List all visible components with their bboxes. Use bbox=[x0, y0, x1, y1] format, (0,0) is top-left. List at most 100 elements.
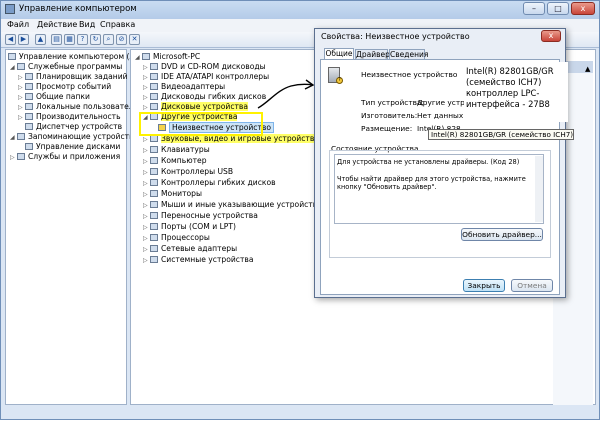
tree-label: Порты (COM и LPT) bbox=[161, 222, 236, 231]
status-textbox[interactable]: Для устройства не установлены драйверы. … bbox=[334, 154, 544, 224]
tree-label: Компьютер bbox=[161, 156, 207, 165]
annotation-text: Intel(R) 82801GB/GR (семейство ICH7) кон… bbox=[466, 66, 554, 109]
collapse-arrow-icon[interactable]: ▲ bbox=[585, 65, 590, 73]
mouse-icon bbox=[150, 201, 158, 208]
tree-label: Мониторы bbox=[161, 189, 202, 198]
tree-item-device-manager[interactable]: Диспетчер устройств bbox=[25, 122, 122, 132]
disable-icon[interactable]: ⊘ bbox=[116, 34, 127, 45]
tree-item[interactable]: ▷ Контроллеры гибких дисков bbox=[143, 178, 276, 188]
keyboard-icon bbox=[150, 146, 158, 153]
forward-icon[interactable]: ▶ bbox=[18, 34, 29, 45]
port-icon bbox=[150, 223, 158, 230]
back-icon[interactable]: ◀ bbox=[5, 34, 16, 45]
refresh-icon[interactable]: ↻ bbox=[90, 34, 101, 45]
users-icon bbox=[25, 103, 33, 110]
arrow-annotation-icon bbox=[257, 79, 315, 109]
disk-drive-icon bbox=[150, 103, 158, 110]
computer-management-icon bbox=[5, 4, 15, 14]
device-type-label: Тип устройства: bbox=[361, 98, 425, 107]
tree-label: Локальные пользовател bbox=[36, 102, 134, 111]
tree-item[interactable]: Управление дисками bbox=[25, 142, 120, 152]
tree-label: Управление дисками bbox=[36, 142, 121, 151]
expand-arrow-icon[interactable]: ▷ bbox=[143, 234, 150, 244]
tree-item[interactable]: ▷ Системные устройства bbox=[143, 255, 254, 265]
close-window-button[interactable]: x bbox=[571, 2, 595, 15]
properties-icon[interactable]: ▦ bbox=[64, 34, 75, 45]
tree-item[interactable]: ▷ Локальные пользовател bbox=[18, 102, 134, 112]
expand-arrow-icon[interactable]: ▷ bbox=[143, 135, 150, 145]
warning-icon: ? bbox=[336, 77, 343, 84]
tree-item[interactable]: ▷ Контроллеры USB bbox=[143, 167, 233, 177]
menu-action[interactable]: Действие bbox=[37, 20, 77, 29]
tree-item[interactable]: ▷ Просмотр событий bbox=[18, 82, 111, 92]
tree-item[interactable]: ▷ Планировщик заданий bbox=[18, 72, 128, 82]
tree-label: Microsoft-PC bbox=[153, 52, 201, 61]
expand-arrow-icon[interactable]: ▷ bbox=[143, 179, 150, 189]
tree-label: Производительность bbox=[36, 112, 121, 121]
tree-item[interactable]: ▷ Компьютер bbox=[143, 156, 207, 166]
computer-icon bbox=[8, 53, 16, 60]
tree-item[interactable]: ▷ Общие папки bbox=[18, 92, 90, 102]
tree-item[interactable]: ▷ DVD и CD-ROM дисководы bbox=[143, 62, 266, 72]
tree-item[interactable]: ▷ Дисководы гибких дисков bbox=[143, 92, 266, 102]
expand-arrow-icon[interactable]: ▷ bbox=[143, 212, 150, 222]
services-icon bbox=[17, 153, 25, 160]
close-button[interactable]: Закрыть bbox=[463, 279, 505, 292]
expand-arrow-icon[interactable]: ▷ bbox=[143, 223, 150, 233]
tree-item[interactable]: ▷ Процессоры bbox=[143, 233, 210, 243]
help-icon[interactable]: ? bbox=[77, 34, 88, 45]
location-label: Размещение: bbox=[361, 124, 413, 133]
expand-arrow-icon[interactable]: ▷ bbox=[143, 245, 150, 255]
expand-arrow-icon[interactable]: ▷ bbox=[143, 256, 150, 266]
scan-hardware-icon[interactable]: ⌕ bbox=[103, 34, 114, 45]
tree-label: Клавиатуры bbox=[161, 145, 210, 154]
tree-item[interactable]: ▷ Службы и приложения bbox=[10, 152, 120, 162]
expand-arrow-icon[interactable]: ▷ bbox=[10, 153, 17, 163]
minimize-button[interactable]: – bbox=[523, 2, 545, 15]
scheduler-icon bbox=[25, 73, 33, 80]
tree-item-root[interactable]: ◢ Microsoft-PC bbox=[135, 52, 200, 62]
tree-item[interactable]: ◢ Запоминающие устройства bbox=[10, 132, 138, 142]
expand-arrow-icon[interactable]: ▷ bbox=[143, 146, 150, 156]
expand-arrow-icon[interactable]: ▷ bbox=[143, 157, 150, 167]
uninstall-icon[interactable]: ✕ bbox=[129, 34, 140, 45]
manufacturer-value: Нет данных bbox=[417, 111, 464, 120]
tree-label: Дисковые устройства bbox=[161, 102, 249, 111]
update-driver-button[interactable]: Обновить драйвер... bbox=[461, 228, 543, 241]
tree-item[interactable]: Управление компьютером (лок bbox=[8, 52, 144, 62]
tree-item[interactable]: ▷ Переносные устройства bbox=[143, 211, 258, 221]
tree-item[interactable]: ▷ Дисковые устройства bbox=[143, 102, 249, 112]
tree-item[interactable]: ◢ Служебные программы bbox=[10, 62, 122, 72]
expand-arrow-icon[interactable]: ▷ bbox=[143, 168, 150, 178]
menu-view[interactable]: Вид bbox=[79, 20, 95, 29]
device-manager-icon bbox=[25, 123, 33, 130]
tree-item[interactable]: ▷ Мыши и иные указывающие устройства bbox=[143, 200, 322, 210]
tree-item[interactable]: ▷ Порты (COM и LPT) bbox=[143, 222, 236, 232]
status-scrollbar[interactable] bbox=[535, 156, 543, 222]
collapse-arrow-icon[interactable]: ◢ bbox=[10, 133, 17, 143]
cancel-button[interactable]: Отмена bbox=[511, 279, 553, 292]
dialog-close-button[interactable]: x bbox=[541, 30, 561, 42]
device-name: Неизвестное устройство bbox=[361, 70, 458, 79]
maximize-button[interactable]: □ bbox=[547, 2, 569, 15]
tree-label: Системные устройства bbox=[161, 255, 254, 264]
expand-arrow-icon[interactable]: ▷ bbox=[143, 190, 150, 200]
tree-label: Переносные устройства bbox=[161, 211, 258, 220]
expand-arrow-icon[interactable]: ▷ bbox=[143, 201, 150, 211]
tree-item[interactable]: ▷ Клавиатуры bbox=[143, 145, 210, 155]
monitor-icon bbox=[150, 190, 158, 197]
collapse-arrow-icon[interactable]: ◢ bbox=[135, 53, 142, 63]
tree-item[interactable]: ▷ Производительность bbox=[18, 112, 121, 122]
tree-item[interactable]: ▷ Видеоадаптеры bbox=[143, 82, 225, 92]
tree-item[interactable]: ▷ IDE ATA/ATAPI контроллеры bbox=[143, 72, 269, 82]
tree-item[interactable]: ▷ Сетевые адаптеры bbox=[143, 244, 237, 254]
menu-help[interactable]: Справка bbox=[100, 20, 135, 29]
up-icon[interactable]: ▲ bbox=[35, 34, 46, 45]
show-hide-icon[interactable]: ▤ bbox=[51, 34, 62, 45]
collapse-arrow-icon[interactable]: ◢ bbox=[10, 63, 17, 73]
tree-label: Управление компьютером (лок bbox=[19, 52, 144, 61]
tree-item[interactable]: ▷ Мониторы bbox=[143, 189, 202, 199]
title-bar[interactable]: Управление компьютером – □ x bbox=[1, 1, 599, 19]
expand-arrow-icon[interactable]: ▷ bbox=[18, 113, 25, 123]
menu-file[interactable]: Файл bbox=[7, 20, 29, 29]
